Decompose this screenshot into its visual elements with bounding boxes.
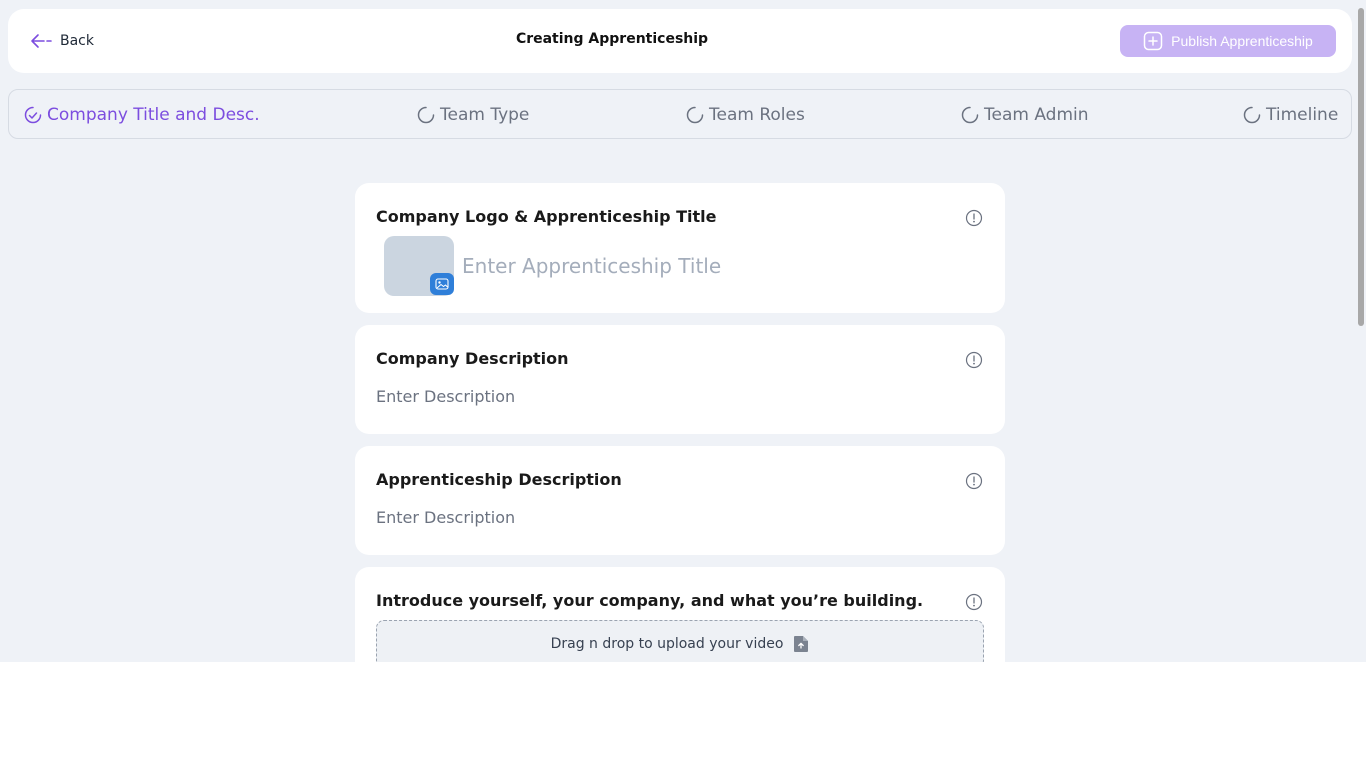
step-team-roles[interactable]: Team Roles [685, 103, 805, 127]
info-icon[interactable] [965, 351, 983, 369]
check-circle-icon [24, 106, 42, 124]
loading-circle-icon [417, 106, 435, 124]
step-label: Team Roles [709, 105, 805, 125]
step-timeline[interactable]: Timeline [1242, 103, 1338, 127]
publish-apprenticeship-button[interactable]: Publish Apprenticeship [1120, 25, 1336, 57]
step-team-admin[interactable]: Team Admin [960, 103, 1089, 127]
loading-circle-icon [1243, 106, 1261, 124]
logo-upload-button[interactable] [430, 273, 454, 295]
plus-square-icon [1143, 31, 1163, 51]
loading-circle-icon [961, 106, 979, 124]
page-title: Creating Apprenticeship [515, 31, 709, 47]
apprenticeship-description-input[interactable]: Enter Description [376, 508, 515, 527]
step-label: Timeline [1266, 105, 1339, 125]
publish-label: Publish Apprenticeship [1171, 33, 1313, 49]
progress-steps: Company Title and Desc. Team Type Team R… [8, 89, 1352, 139]
company-logo-upload[interactable] [384, 236, 454, 296]
info-icon[interactable] [965, 209, 983, 227]
step-label: Team Admin [984, 105, 1089, 125]
section-heading: Company Logo & Apprenticeship Title [376, 207, 717, 226]
top-bar: Back Creating Apprenticeship Publish App… [8, 9, 1352, 73]
info-icon[interactable] [965, 472, 983, 490]
step-label: Team Type [440, 105, 530, 125]
scrollbar[interactable] [1358, 8, 1364, 326]
apprenticeship-title-input[interactable] [462, 249, 962, 283]
company-description-input[interactable]: Enter Description [376, 387, 515, 406]
info-icon[interactable] [965, 593, 983, 611]
step-company-title-desc[interactable]: Company Title and Desc. [23, 103, 260, 127]
section-heading: Company Description [376, 349, 569, 368]
intro-video-card: Introduce yourself, your company, and wh… [355, 567, 1005, 662]
file-upload-icon [794, 636, 809, 652]
section-heading: Apprenticeship Description [376, 470, 622, 489]
image-icon [435, 278, 449, 290]
video-upload-dropzone[interactable]: Drag n drop to upload your video [376, 620, 984, 662]
section-heading: Introduce yourself, your company, and wh… [376, 591, 924, 610]
step-team-type[interactable]: Team Type [416, 103, 529, 127]
step-label: Company Title and Desc. [47, 105, 260, 125]
loading-circle-icon [686, 106, 704, 124]
company-description-card: Company Description Enter Description [355, 325, 1005, 434]
upload-label: Drag n drop to upload your video [550, 636, 784, 652]
page-viewport: Back Creating Apprenticeship Publish App… [0, 0, 1366, 662]
apprenticeship-description-card: Apprenticeship Description Enter Descrip… [355, 446, 1005, 555]
logo-title-card: Company Logo & Apprenticeship Title [355, 183, 1005, 313]
